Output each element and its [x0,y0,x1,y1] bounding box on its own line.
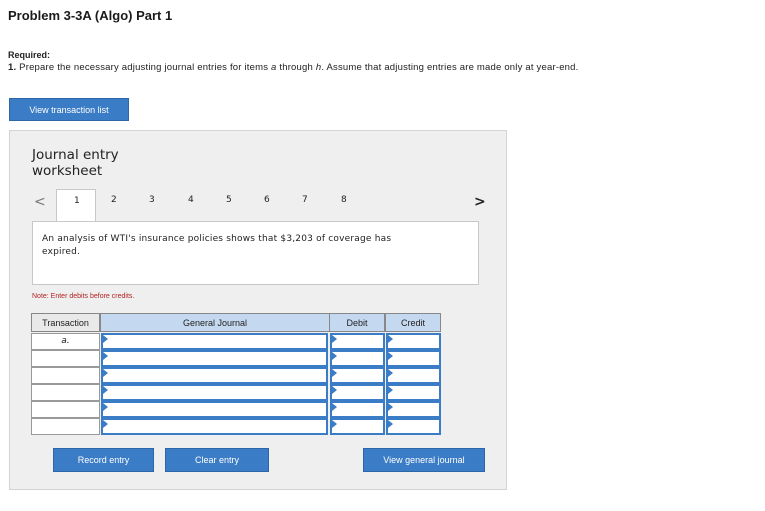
credit-input[interactable] [386,384,441,401]
required-label: Required: [8,50,51,60]
dropdown-marker-icon [388,335,393,343]
tab-7[interactable]: 7 [302,195,308,205]
dropdown-marker-icon [103,420,108,428]
requirement-text: 1. Prepare the necessary adjusting journ… [8,62,578,73]
transaction-cell [31,401,100,418]
dropdown-marker-icon [332,352,337,360]
general-journal-input[interactable] [101,384,328,401]
tab-6[interactable]: 6 [264,195,270,205]
dropdown-marker-icon [103,352,108,360]
tab-5[interactable]: 5 [226,195,232,205]
debit-input[interactable] [330,384,385,401]
dropdown-marker-icon [103,403,108,411]
table-row: a. [31,333,441,350]
chevron-right-icon[interactable]: > [474,194,486,210]
debit-input[interactable] [330,350,385,367]
tab-1[interactable]: 1 [56,189,96,222]
clear-entry-button[interactable]: Clear entry [165,448,269,472]
dropdown-marker-icon [332,335,337,343]
dropdown-marker-icon [332,386,337,394]
table-row [31,418,441,435]
tab-8[interactable]: 8 [341,195,347,205]
dropdown-marker-icon [388,386,393,394]
credit-input[interactable] [386,367,441,384]
requirement-text-after: . Assume that adjusting entries are made… [321,62,579,73]
debit-input[interactable] [330,333,385,350]
dropdown-marker-icon [388,369,393,377]
credit-input[interactable] [386,418,441,435]
chevron-left-icon[interactable]: < [34,194,46,210]
header-transaction: Transaction [31,313,100,332]
dropdown-marker-icon [103,335,108,343]
table-row [31,401,441,418]
credit-input[interactable] [386,350,441,367]
record-entry-button[interactable]: Record entry [53,448,154,472]
tab-4[interactable]: 4 [188,195,194,205]
header-general-journal: General Journal [100,313,330,332]
dropdown-marker-icon [103,369,108,377]
view-general-journal-button[interactable]: View general journal [363,448,485,472]
note-text: Note: Enter debits before credits. [32,293,135,300]
dropdown-marker-icon [388,403,393,411]
header-credit: Credit [385,313,441,332]
table-row [31,350,441,367]
worksheet-title-line2: worksheet [32,163,103,179]
debit-input[interactable] [330,367,385,384]
transaction-description-box: An analysis of WTI's insurance policies … [32,221,479,285]
tab-label: 1 [74,196,80,206]
transaction-description: An analysis of WTI's insurance policies … [42,234,392,257]
worksheet-title: Journal entry worksheet [32,147,119,179]
transaction-cell [31,384,100,401]
requirement-number: 1. [8,62,17,73]
requirement-text-before: Prepare the necessary adjusting journal … [19,62,272,73]
dropdown-marker-icon [103,386,108,394]
header-debit: Debit [329,313,385,332]
general-journal-input[interactable] [101,418,328,435]
tab-2[interactable]: 2 [111,195,117,205]
dropdown-marker-icon [332,420,337,428]
dropdown-marker-icon [388,352,393,360]
view-transaction-list-button[interactable]: View transaction list [9,98,129,121]
debit-input[interactable] [330,401,385,418]
debit-input[interactable] [330,418,385,435]
table-row [31,367,441,384]
transaction-cell [31,418,100,435]
journal-entry-worksheet-panel: Journal entry worksheet < 1 2 3 4 5 6 7 … [9,130,507,490]
general-journal-input[interactable] [101,333,328,350]
worksheet-title-line1: Journal entry [32,147,119,163]
credit-input[interactable] [386,401,441,418]
transaction-cell [31,350,100,367]
page-title: Problem 3-3A (Algo) Part 1 [8,8,173,23]
dropdown-marker-icon [332,403,337,411]
credit-input[interactable] [386,333,441,350]
general-journal-input[interactable] [101,401,328,418]
transaction-cell: a. [31,333,100,350]
tab-3[interactable]: 3 [149,195,155,205]
dropdown-marker-icon [388,420,393,428]
transaction-cell [31,367,100,384]
requirement-text-mid: through [276,62,316,73]
table-row [31,384,441,401]
general-journal-input[interactable] [101,350,328,367]
general-journal-input[interactable] [101,367,328,384]
dropdown-marker-icon [332,369,337,377]
